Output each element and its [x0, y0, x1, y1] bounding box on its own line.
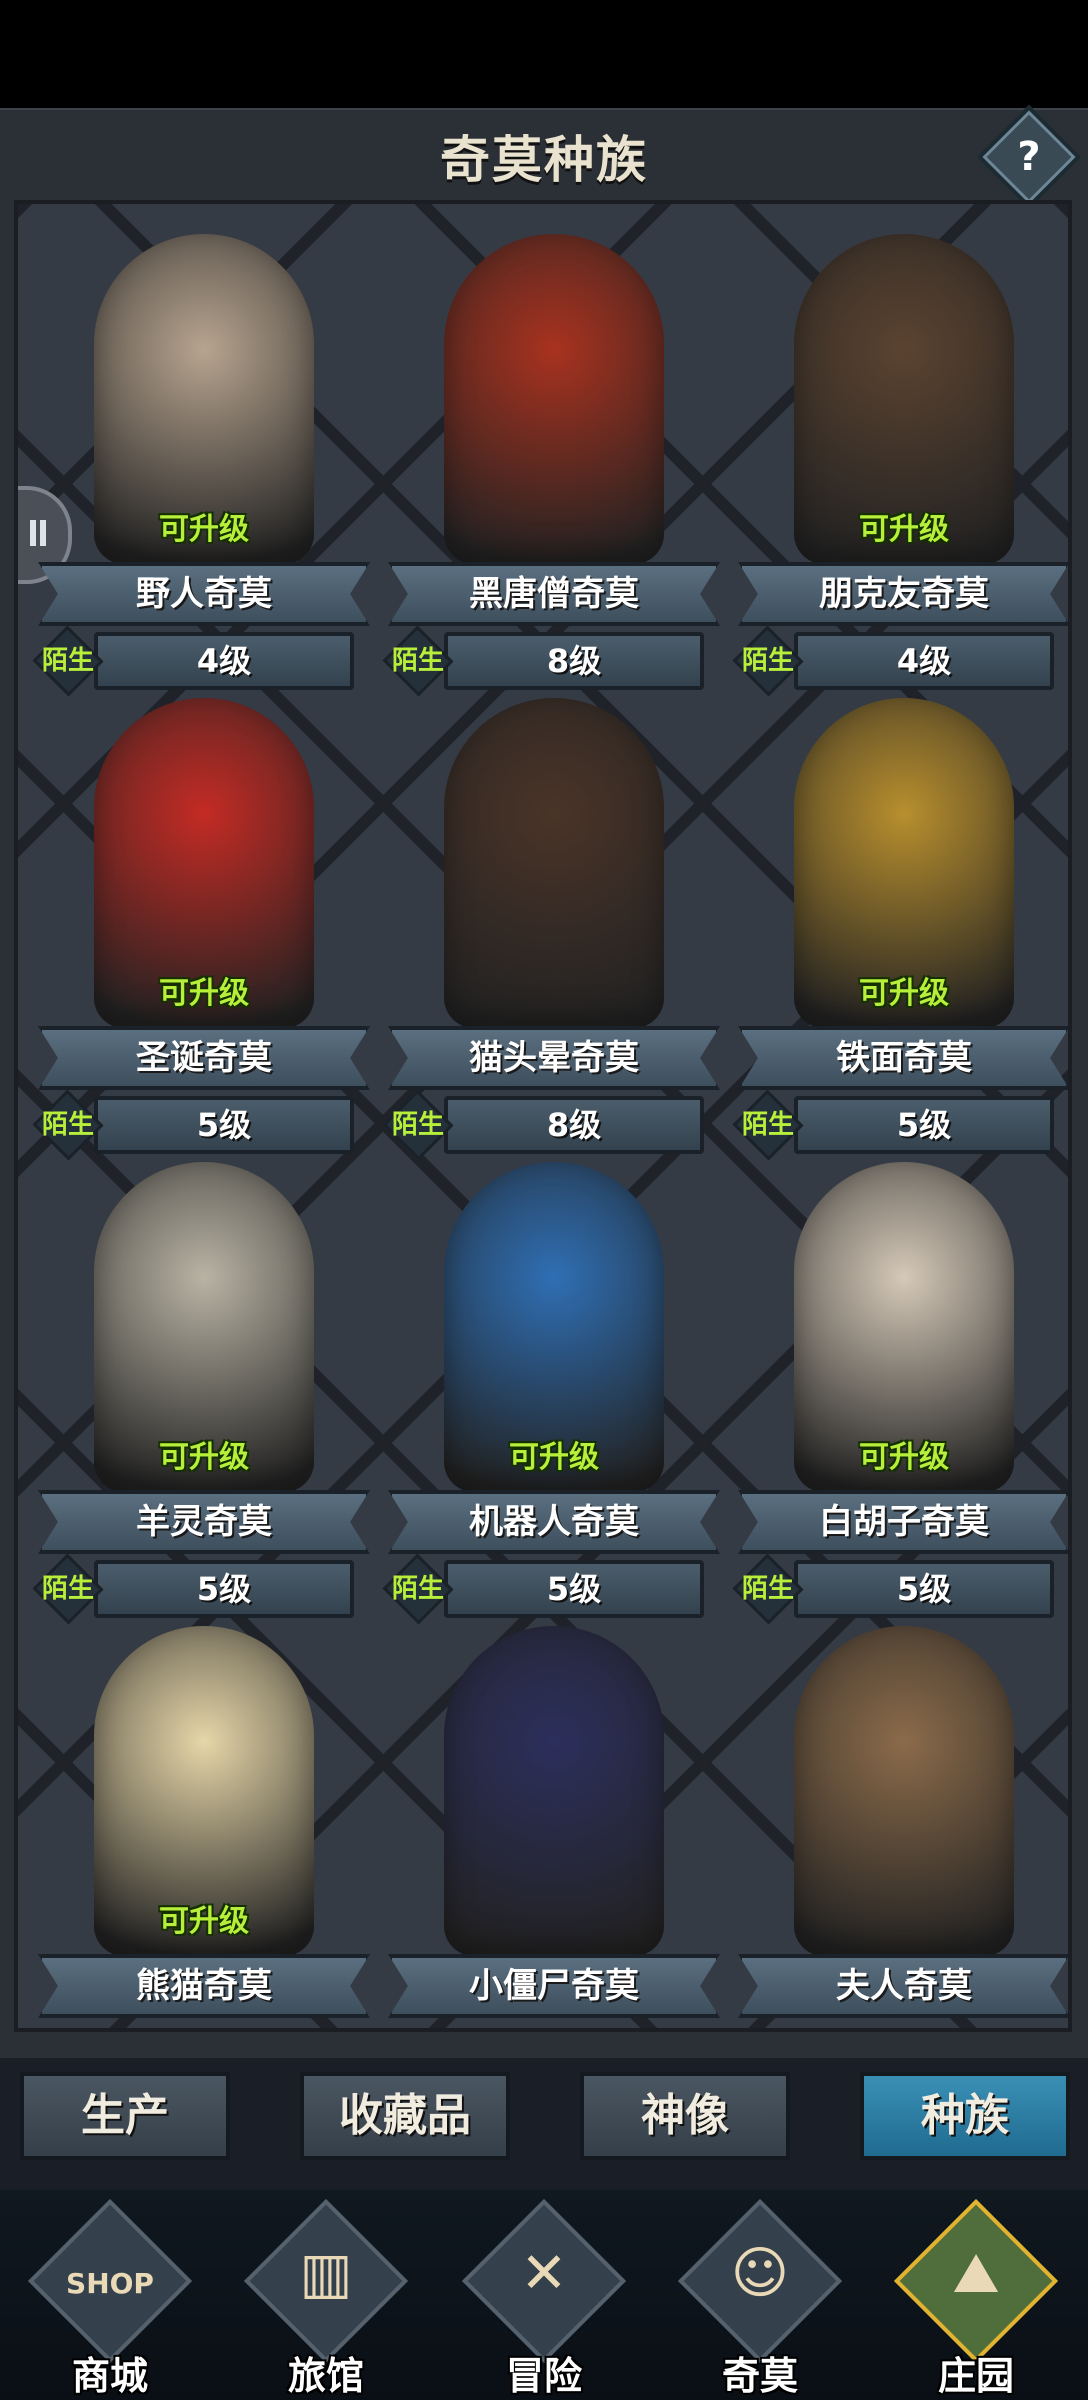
- tab-statue[interactable]: 神像: [580, 2072, 790, 2160]
- island-manor-icon: ⛰: [952, 2241, 1000, 2306]
- relation-label: 陌生: [741, 1110, 794, 1140]
- level-text: 5级: [196, 1570, 252, 1608]
- character-name: 朋克友奇莫: [819, 574, 989, 614]
- race-card[interactable]: 可升级机器人奇莫 5级 陌生: [382, 1152, 724, 1625]
- relation-label: 陌生: [741, 646, 794, 676]
- nav-item-inn-gate[interactable]: ▥ 旅馆: [226, 2198, 426, 2398]
- race-card[interactable]: 猫头晕奇莫 8级 陌生: [382, 688, 724, 1161]
- race-card[interactable]: 夫人奇莫: [734, 1616, 1068, 2028]
- character-icon: ☺: [730, 2241, 790, 2306]
- shop-icon: SHOP: [66, 2267, 154, 2300]
- character-portrait: [794, 1626, 1014, 1956]
- race-card[interactable]: 可升级朋克友奇莫 4级 陌生: [732, 224, 1068, 697]
- relation-label: 陌生: [41, 646, 94, 676]
- relation-label: 陌生: [391, 1574, 444, 1604]
- nav-label: 商城: [71, 2354, 148, 2398]
- race-card[interactable]: 可升级圣诞奇莫 5级 陌生: [32, 688, 374, 1161]
- level-text: 5级: [896, 1570, 952, 1608]
- level-text: 5级: [546, 1570, 602, 1608]
- nav-item-island-manor[interactable]: ⛰ 庄园: [876, 2198, 1076, 2398]
- upgradable-label: 可升级: [509, 1440, 599, 1475]
- character-name: 圣诞奇莫: [136, 1038, 272, 1078]
- upgradable-label: 可升级: [159, 1440, 249, 1475]
- character-portrait: [444, 234, 664, 564]
- level-text: 5级: [196, 1106, 252, 1144]
- character-name: 黑唐僧奇莫: [469, 574, 639, 614]
- race-card[interactable]: 小僵尸奇莫: [384, 1616, 724, 2028]
- character-name: 猫头晕奇莫: [469, 1038, 639, 1078]
- character-name: 机器人奇莫: [469, 1502, 639, 1542]
- upgradable-label: 可升级: [159, 976, 249, 1011]
- relation-label: 陌生: [741, 1574, 794, 1604]
- question-icon: ?: [1017, 134, 1041, 180]
- level-text: 8级: [546, 1106, 602, 1144]
- race-card[interactable]: 可升级白胡子奇莫 5级 陌生: [732, 1152, 1068, 1625]
- tab-production[interactable]: 生产: [20, 2072, 230, 2160]
- level-text: 8级: [546, 642, 602, 680]
- nav-label: 旅馆: [287, 2354, 364, 2398]
- tab-collectibles[interactable]: 收藏品: [300, 2072, 510, 2160]
- level-text: 4级: [196, 642, 252, 680]
- page-title: 奇莫种族: [440, 131, 648, 189]
- relation-label: 陌生: [391, 646, 444, 676]
- race-card[interactable]: 黑唐僧奇莫 8级 陌生: [382, 224, 724, 697]
- nav-label: 庄园: [937, 2354, 1014, 2398]
- upgradable-label: 可升级: [859, 1440, 949, 1475]
- character-portrait: [444, 1626, 664, 1956]
- upgradable-label: 可升级: [159, 1904, 249, 1939]
- nav-label: 冒险: [505, 2354, 582, 2398]
- race-card[interactable]: 可升级铁面奇莫 5级 陌生: [732, 688, 1068, 1161]
- nav-item-character[interactable]: ☺ 奇莫: [660, 2198, 860, 2398]
- relation-label: 陌生: [41, 1574, 94, 1604]
- upgradable-label: 可升级: [159, 512, 249, 547]
- crossed-swords-icon: ✕: [520, 2241, 568, 2306]
- race-grid[interactable]: 可升级 野人奇莫 4级 陌生 黑唐僧奇莫 8级 陌生 可升级 朋克友奇莫 4级 陌生 可升级 圣诞奇莫 5…: [14, 200, 1072, 2032]
- character-name: 熊猫奇莫: [136, 1966, 272, 2006]
- character-name: 白胡子奇莫: [819, 1502, 989, 1542]
- status-bar: [0, 0, 1088, 108]
- character-portrait: [444, 698, 664, 1028]
- character-name: 羊灵奇莫: [136, 1502, 272, 1542]
- upgradable-label: 可升级: [859, 512, 949, 547]
- nav-label: 奇莫: [721, 2354, 798, 2398]
- character-name: 夫人奇莫: [836, 1966, 972, 2006]
- level-text: 5级: [896, 1106, 952, 1144]
- character-name: 小僵尸奇莫: [469, 1966, 639, 2006]
- tab-race[interactable]: 种族: [860, 2072, 1070, 2160]
- race-card[interactable]: 可升级野人奇莫 4级 陌生: [32, 224, 374, 697]
- character-name: 野人奇莫: [136, 574, 272, 614]
- character-name: 铁面奇莫: [836, 1038, 972, 1078]
- inn-gate-icon: ▥: [299, 2241, 353, 2306]
- nav-item-shop[interactable]: SHOP 商城: [10, 2198, 210, 2398]
- relation-label: 陌生: [41, 1110, 94, 1140]
- race-card[interactable]: 可升级羊灵奇莫 5级 陌生: [32, 1152, 374, 1625]
- relation-label: 陌生: [391, 1110, 444, 1140]
- upgradable-label: 可升级: [859, 976, 949, 1011]
- race-card[interactable]: 可升级 熊猫奇莫: [34, 1616, 374, 2028]
- nav-item-crossed-swords[interactable]: ✕ 冒险: [444, 2198, 644, 2398]
- level-text: 4级: [896, 642, 952, 680]
